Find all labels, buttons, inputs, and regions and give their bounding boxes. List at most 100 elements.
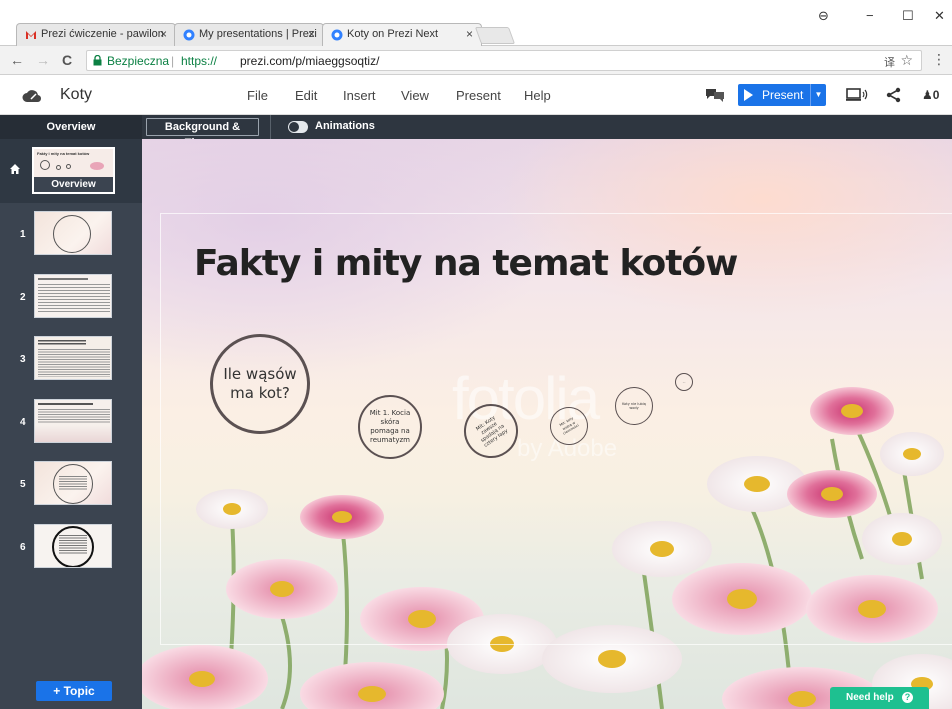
menu-edit[interactable]: Edit bbox=[295, 88, 317, 103]
address-bar: ← → C Bezpieczna | https:// prezi.com/p/… bbox=[0, 46, 952, 75]
slide-row-3[interactable]: 3 bbox=[0, 336, 142, 384]
presentation-canvas[interactable]: fotolia by Adobe Fakty i mity na temat k… bbox=[142, 139, 952, 709]
url-field[interactable]: Bezpieczna | https:// prezi.com/p/miaegg… bbox=[86, 50, 922, 71]
prezi-icon bbox=[331, 29, 343, 41]
menu-help[interactable]: Help bbox=[524, 88, 551, 103]
secure-label: Bezpieczna bbox=[107, 54, 170, 68]
topic-label: ... bbox=[682, 380, 686, 384]
thumb-circle bbox=[53, 215, 91, 253]
slide-row-1[interactable]: 1 bbox=[0, 211, 142, 259]
need-help-label: Need help bbox=[846, 692, 894, 703]
url-host-path: prezi.com/p/miaeggsoqtiz/ bbox=[240, 54, 379, 68]
tab-close-icon[interactable]: × bbox=[308, 27, 315, 41]
topic-label: Mit: Koty zawsze spadają na cztery łapy bbox=[475, 414, 510, 449]
slide-thumbnail[interactable] bbox=[34, 336, 112, 380]
thumb-circle bbox=[40, 160, 50, 170]
translate-icon[interactable]: 译 bbox=[884, 54, 895, 70]
slide-thumbnail[interactable] bbox=[34, 274, 112, 318]
thumb-text-lines bbox=[38, 409, 110, 423]
share-icon[interactable] bbox=[886, 87, 902, 103]
menu-insert[interactable]: Insert bbox=[343, 88, 376, 103]
overview-thumb-title: Fakty i mity na temat kotów bbox=[37, 151, 90, 156]
browser-menu-icon[interactable]: ⋮ bbox=[932, 51, 946, 68]
url-host: prezi.com bbox=[240, 54, 293, 68]
menu-view[interactable]: View bbox=[401, 88, 429, 103]
url-scheme: https:// bbox=[181, 54, 218, 68]
presentation-title[interactable]: Koty bbox=[60, 86, 92, 104]
topic-label: Mit 1. Kocia skóra pomaga na reumatyzm bbox=[369, 409, 411, 444]
topic-circle-5[interactable]: Koty nie lubią wody bbox=[615, 387, 653, 425]
slide-number: 2 bbox=[20, 292, 26, 303]
bookmark-star-icon[interactable]: ☆ bbox=[900, 52, 913, 69]
thumb-circle bbox=[66, 164, 71, 169]
topic-circle-6[interactable]: ... bbox=[675, 373, 693, 391]
tab-my-presentations[interactable]: My presentations | Prezi × bbox=[174, 23, 324, 46]
gmail-icon bbox=[26, 31, 36, 39]
overview-thumb-label: Overview bbox=[34, 177, 113, 192]
tab-koty-prezi[interactable]: Koty on Prezi Next × bbox=[322, 23, 482, 46]
thumb-circle bbox=[56, 165, 61, 170]
thumb-heading bbox=[38, 340, 86, 345]
overview-header: Overview bbox=[0, 115, 142, 139]
minimize-icon[interactable]: − bbox=[866, 8, 874, 23]
slide-thumbnail[interactable] bbox=[34, 461, 112, 505]
background-theme-button[interactable]: Background & Theme bbox=[146, 118, 259, 149]
collaborators-icon[interactable]: ♟0 bbox=[922, 88, 939, 102]
slide-row-6[interactable]: 6 bbox=[0, 524, 142, 572]
forward-icon[interactable]: → bbox=[36, 52, 50, 68]
slide-number: 6 bbox=[20, 542, 26, 553]
need-help-button[interactable]: Need help ? bbox=[830, 687, 929, 709]
maximize-icon[interactable]: ☐ bbox=[902, 8, 914, 24]
menu-file[interactable]: File bbox=[247, 88, 268, 103]
tab-close-icon[interactable]: × bbox=[466, 27, 473, 41]
animations-label: Animations bbox=[315, 120, 375, 132]
editor-toolbar: Overview Background & Theme Animations bbox=[0, 115, 952, 149]
animations-toggle[interactable] bbox=[288, 121, 308, 133]
topic-label: Koty nie lubią wody bbox=[622, 401, 646, 411]
present-button[interactable]: Present ▼ bbox=[738, 84, 826, 106]
menu-present[interactable]: Present bbox=[456, 88, 501, 103]
slide-number: 4 bbox=[20, 417, 26, 428]
slide-thumbnail[interactable] bbox=[34, 399, 112, 443]
overview-thumbnail[interactable]: Fakty i mity na temat kotów Overview bbox=[32, 147, 115, 194]
play-icon bbox=[744, 89, 753, 101]
comments-icon[interactable] bbox=[706, 87, 724, 103]
tab-title: Koty on Prezi Next bbox=[347, 28, 439, 40]
topic-label: Ile wąsów ma kot? bbox=[223, 365, 297, 402]
home-icon bbox=[10, 164, 20, 174]
url-separator: | bbox=[171, 54, 175, 68]
tab-gmail[interactable]: Prezi ćwiczenie - pawilon × bbox=[16, 23, 176, 46]
slide-thumbnail[interactable] bbox=[34, 211, 112, 255]
slide-title[interactable]: Fakty i mity na temat kotów bbox=[194, 243, 738, 284]
topic-circle-1[interactable]: Ile wąsów ma kot? bbox=[210, 334, 310, 434]
thumb-heading bbox=[38, 278, 88, 280]
present-remotely-icon[interactable] bbox=[846, 87, 868, 103]
overview-row[interactable]: Fakty i mity na temat kotów Overview bbox=[0, 139, 142, 203]
tab-title: Prezi ćwiczenie - pawilon bbox=[41, 28, 164, 40]
reload-icon[interactable]: C bbox=[62, 52, 72, 68]
back-icon[interactable]: ← bbox=[10, 52, 24, 68]
toolbar-divider bbox=[270, 115, 271, 139]
prezi-header: Koty File Edit Insert View Present Help … bbox=[0, 75, 952, 115]
profile-icon[interactable]: ⊖ bbox=[818, 8, 829, 24]
slide-thumbnail[interactable] bbox=[34, 524, 112, 568]
browser-tabstrip: Prezi ćwiczenie - pawilon × My presentat… bbox=[0, 0, 952, 46]
add-topic-button[interactable]: + Topic bbox=[36, 681, 112, 701]
slide-number: 1 bbox=[20, 229, 26, 240]
thumb-flower bbox=[90, 162, 104, 170]
slide-row-2[interactable]: 2 bbox=[0, 274, 142, 322]
tab-title: My presentations | Prezi bbox=[199, 28, 317, 40]
prezi-cloud-icon[interactable] bbox=[22, 86, 42, 104]
topic-circle-2[interactable]: Mit 1. Kocia skóra pomaga na reumatyzm bbox=[358, 395, 422, 459]
url-path: /p/miaeggsoqtiz/ bbox=[292, 54, 380, 68]
thumb-text-lines bbox=[38, 284, 110, 314]
slide-row-4[interactable]: 4 bbox=[0, 399, 142, 447]
new-tab-button[interactable] bbox=[474, 27, 516, 44]
slide-number: 5 bbox=[20, 479, 26, 490]
toggle-knob bbox=[289, 122, 299, 132]
present-dropdown-icon[interactable]: ▼ bbox=[810, 84, 826, 106]
close-window-icon[interactable]: ✕ bbox=[934, 8, 945, 24]
slide-row-5[interactable]: 5 bbox=[0, 461, 142, 509]
topics-sidebar: Fakty i mity na temat kotów Overview 1 2… bbox=[0, 139, 142, 709]
tab-close-icon[interactable]: × bbox=[160, 27, 167, 41]
